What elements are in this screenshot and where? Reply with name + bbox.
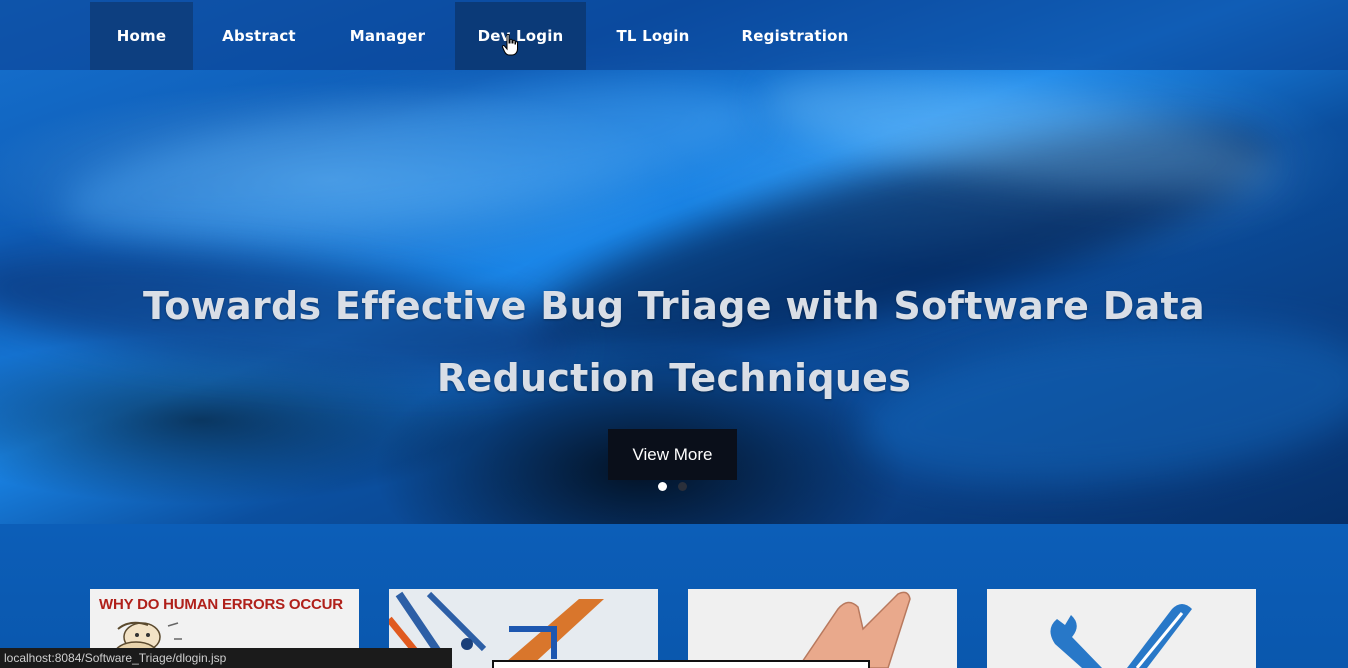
carousel-indicators xyxy=(656,482,696,494)
carousel-dot[interactable] xyxy=(678,482,687,491)
hand-cursor-icon xyxy=(502,34,518,56)
nav-item-home[interactable]: Home xyxy=(90,2,193,70)
nav-item-registration[interactable]: Registration xyxy=(735,2,855,70)
feature-card-tools[interactable] xyxy=(987,589,1256,668)
nav-item-abstract[interactable]: Abstract xyxy=(210,2,308,70)
browser-status-url: localhost:8084/Software_Triage/dlogin.js… xyxy=(0,648,452,668)
hand-icon xyxy=(797,591,911,668)
nav-item-dev-login[interactable]: Dev Login xyxy=(455,2,586,70)
top-navigation: Home Abstract Manager Dev Login TL Login… xyxy=(0,0,1348,70)
hero-title: Towards Effective Bug Triage with Softwa… xyxy=(143,284,1205,400)
nav-item-tl-login[interactable]: TL Login xyxy=(610,2,696,70)
hero-light-streak xyxy=(55,51,765,269)
carousel-dot-active[interactable] xyxy=(658,482,667,491)
view-more-button[interactable]: View More xyxy=(608,429,737,480)
wrench-pencil-icon xyxy=(1050,604,1192,668)
nav-item-manager[interactable]: Manager xyxy=(340,2,435,70)
hero-banner: Towards Effective Bug Triage with Softwa… xyxy=(0,0,1348,524)
feature-card-hand[interactable] xyxy=(688,589,957,668)
page: Towards Effective Bug Triage with Softwa… xyxy=(0,0,1348,668)
bottom-panel-edge xyxy=(492,660,870,668)
